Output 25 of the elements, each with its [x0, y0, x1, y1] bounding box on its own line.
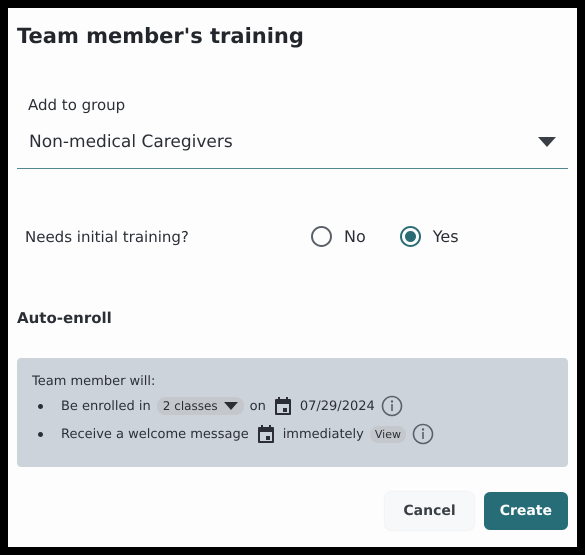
- bullet-icon: [38, 404, 43, 408]
- item-text: on: [250, 398, 266, 414]
- calendar-icon: [274, 397, 291, 415]
- radio-option[interactable]: Yes: [400, 226, 459, 247]
- view-button[interactable]: View: [370, 426, 406, 442]
- summary-intro: Team member will:: [32, 374, 156, 389]
- caret-icon: [224, 402, 238, 410]
- classes-dropdown[interactable]: 2 classes: [156, 397, 244, 415]
- caret-icon: [538, 137, 556, 147]
- create-button[interactable]: Create: [484, 492, 568, 530]
- item-text: Receive a welcome message: [61, 426, 249, 442]
- info-icon[interactable]: [412, 423, 434, 445]
- date-text: 07/29/2024: [300, 398, 375, 414]
- field-label: Add to group: [27, 96, 126, 114]
- calendar-icon: [258, 425, 274, 443]
- info-icon[interactable]: [380, 395, 403, 417]
- timing-text: immediately: [282, 426, 364, 442]
- item-text: Be enrolled in: [61, 398, 151, 414]
- cancel-button[interactable]: Cancel: [385, 492, 474, 530]
- question-label: Needs initial training?: [25, 228, 190, 246]
- section-heading: Auto-enroll: [17, 309, 113, 327]
- bullet-icon: [38, 432, 43, 436]
- dialog-title: Team member's training: [17, 23, 305, 50]
- radio-option[interactable]: No: [311, 226, 366, 247]
- group-select[interactable]: Non-medical Caregivers: [17, 114, 568, 168]
